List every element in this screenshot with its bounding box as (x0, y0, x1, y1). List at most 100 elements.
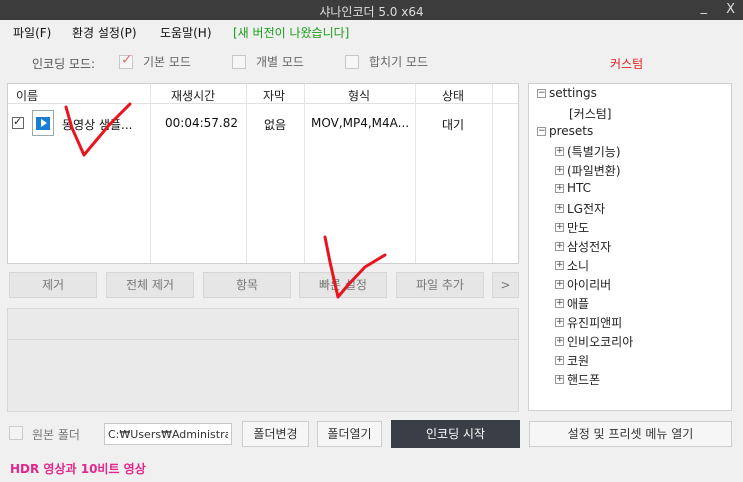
mode-basic-checkbox[interactable]: ✓ (119, 51, 133, 69)
tree-node-sony[interactable]: + 소니 (555, 257, 589, 274)
file-format: MOV,MP4,M4A... (311, 116, 410, 130)
tree-node-label: 삼성전자 (567, 240, 612, 254)
menu-file[interactable]: 파일(F) (13, 24, 51, 41)
mode-merge-checkbox[interactable] (345, 54, 359, 69)
new-version-notice[interactable]: [새 버전이 나왔습니다] (233, 24, 349, 41)
row-checkbox[interactable]: ✓ (12, 115, 24, 129)
divider (8, 339, 518, 340)
file-list[interactable]: 이름 재생시간 자막 형식 상태 ✓ 동영상 샘플... 00:04:57.82… (7, 83, 519, 264)
col-subtitle[interactable]: 자막 (263, 87, 285, 104)
tree-node-mando[interactable]: + 만도 (555, 219, 589, 236)
check-icon: ✓ (121, 51, 133, 68)
tree-node-phone[interactable]: + 핸드폰 (555, 371, 600, 388)
custom-label: 커스텀 (610, 57, 644, 71)
file-name: 동영상 샘플... (62, 118, 133, 132)
col-name[interactable]: 이름 (16, 87, 38, 104)
expand-icon[interactable]: + (555, 204, 564, 213)
status-bar: HDR 영상과 10비트 영상 (0, 456, 743, 482)
expand-icon[interactable]: + (555, 375, 564, 384)
preset-tree[interactable]: − settings [커스텀] − presets + (특별기능) + (파일변… (528, 83, 732, 411)
tree-node-iriver[interactable]: + 아이리버 (555, 276, 611, 293)
col-status[interactable]: 상태 (442, 87, 464, 104)
tree-node-label: 소니 (567, 259, 590, 273)
window-title: 샤나인코더 5.0 x64 (319, 5, 424, 19)
tree-node-samsung[interactable]: + 삼성전자 (555, 238, 611, 255)
menu-bar: 파일(F) 환경 설정(P) 도움말(H) [새 버전이 나왔습니다] (0, 20, 743, 44)
expand-icon[interactable]: + (555, 299, 564, 308)
info-panel (7, 308, 519, 412)
tree-node-apple[interactable]: + 애플 (555, 295, 589, 312)
table-row[interactable]: ✓ 동영상 샘플... 00:04:57.82 없음 MOV,MP4,M4A..… (8, 106, 518, 140)
file-status: 대기 (442, 118, 465, 132)
file-duration: 00:04:57.82 (165, 116, 238, 130)
tree-node-eugene[interactable]: + 유진피앤피 (555, 314, 622, 331)
expand-icon[interactable]: + (555, 337, 564, 346)
remove-all-button[interactable]: 전체 제거 (106, 272, 194, 298)
mode-individual-checkbox[interactable] (232, 54, 246, 69)
tree-node-custom[interactable]: [커스텀] (569, 105, 611, 122)
expand-icon[interactable]: + (555, 147, 564, 156)
tree-node-htc[interactable]: + HTC (555, 181, 591, 195)
item-button[interactable]: 항목 (203, 272, 291, 298)
quick-settings-button[interactable]: 빠른 설정 (299, 272, 387, 298)
more-button[interactable]: > (492, 272, 519, 298)
tree-node-label: settings (549, 86, 597, 100)
start-encoding-button[interactable]: 인코딩 시작 (391, 420, 520, 448)
output-path-input[interactable] (104, 423, 232, 445)
expand-icon[interactable]: + (555, 242, 564, 251)
tree-node-file-convert[interactable]: + (파일변환) (555, 162, 621, 179)
settings-preset-menu-button[interactable]: 설정 및 프리셋 메뉴 열기 (529, 421, 732, 447)
collapse-icon[interactable]: − (537, 88, 546, 98)
tree-node-label: 만도 (567, 221, 590, 235)
tree-node-lg[interactable]: + LG전자 (555, 200, 605, 217)
mode-basic[interactable]: ✓ 기본 모드 (119, 51, 191, 70)
mode-basic-label: 기본 모드 (143, 55, 191, 69)
tree-node-label: 코원 (567, 354, 590, 368)
mode-merge[interactable]: 합치기 모드 (345, 53, 428, 70)
expand-icon[interactable]: + (555, 261, 564, 270)
expand-icon[interactable]: + (555, 280, 564, 289)
col-duration[interactable]: 재생시간 (171, 87, 215, 104)
file-subtitle: 없음 (264, 118, 287, 132)
tree-node-label: 핸드폰 (567, 373, 601, 387)
file-list-header: 이름 재생시간 자막 형식 상태 (8, 84, 518, 104)
collapse-icon[interactable]: − (537, 126, 546, 136)
expand-icon[interactable]: + (555, 183, 564, 193)
remove-button[interactable]: 제거 (9, 272, 97, 298)
status-text: HDR 영상과 10비트 영상 (10, 462, 146, 476)
check-icon: ✓ (13, 115, 23, 128)
open-folder-button[interactable]: 폴더열기 (317, 421, 382, 447)
mode-merge-label: 합치기 모드 (369, 55, 429, 69)
tree-node-label: 아이리버 (567, 278, 612, 292)
title-bar: 샤나인코더 5.0 x64 _ X (0, 0, 743, 20)
original-folder-label: 원본 폴더 (32, 428, 80, 442)
tree-node-label: presets (549, 124, 594, 138)
tree-node-label: 유진피앤피 (567, 316, 623, 330)
expand-icon[interactable]: + (555, 223, 564, 232)
expand-icon[interactable]: + (555, 356, 564, 365)
tree-node-label: 애플 (567, 297, 590, 311)
tree-node-settings[interactable]: − settings (537, 86, 597, 100)
tree-node-label: 인비오코리아 (567, 335, 634, 349)
encoding-mode-label: 인코딩 모드: (32, 57, 96, 71)
tree-node-label: LG전자 (567, 202, 606, 216)
tree-node-label: [커스텀] (569, 107, 612, 121)
mode-individual-label: 개별 모드 (256, 55, 304, 69)
add-file-button[interactable]: 파일 추가 (396, 272, 484, 298)
tree-node-presets[interactable]: − presets (537, 124, 593, 138)
tree-node-cowon[interactable]: + 코원 (555, 352, 589, 369)
close-button[interactable]: X (726, 2, 735, 17)
menu-help[interactable]: 도움말(H) (160, 24, 212, 41)
menu-settings[interactable]: 환경 설정(P) (72, 24, 137, 41)
col-format[interactable]: 형식 (348, 87, 370, 104)
tree-node-special[interactable]: + (특별기능) (555, 143, 621, 160)
tree-node-invio[interactable]: + 인비오코리아 (555, 333, 633, 350)
tree-node-label: HTC (567, 181, 592, 195)
minimize-button[interactable]: _ (701, 0, 708, 15)
change-folder-button[interactable]: 폴더변경 (242, 421, 309, 447)
original-folder-checkbox[interactable] (9, 426, 23, 440)
expand-icon[interactable]: + (555, 166, 564, 175)
mode-individual[interactable]: 개별 모드 (232, 53, 304, 70)
video-file-icon (32, 110, 54, 136)
expand-icon[interactable]: + (555, 318, 564, 327)
